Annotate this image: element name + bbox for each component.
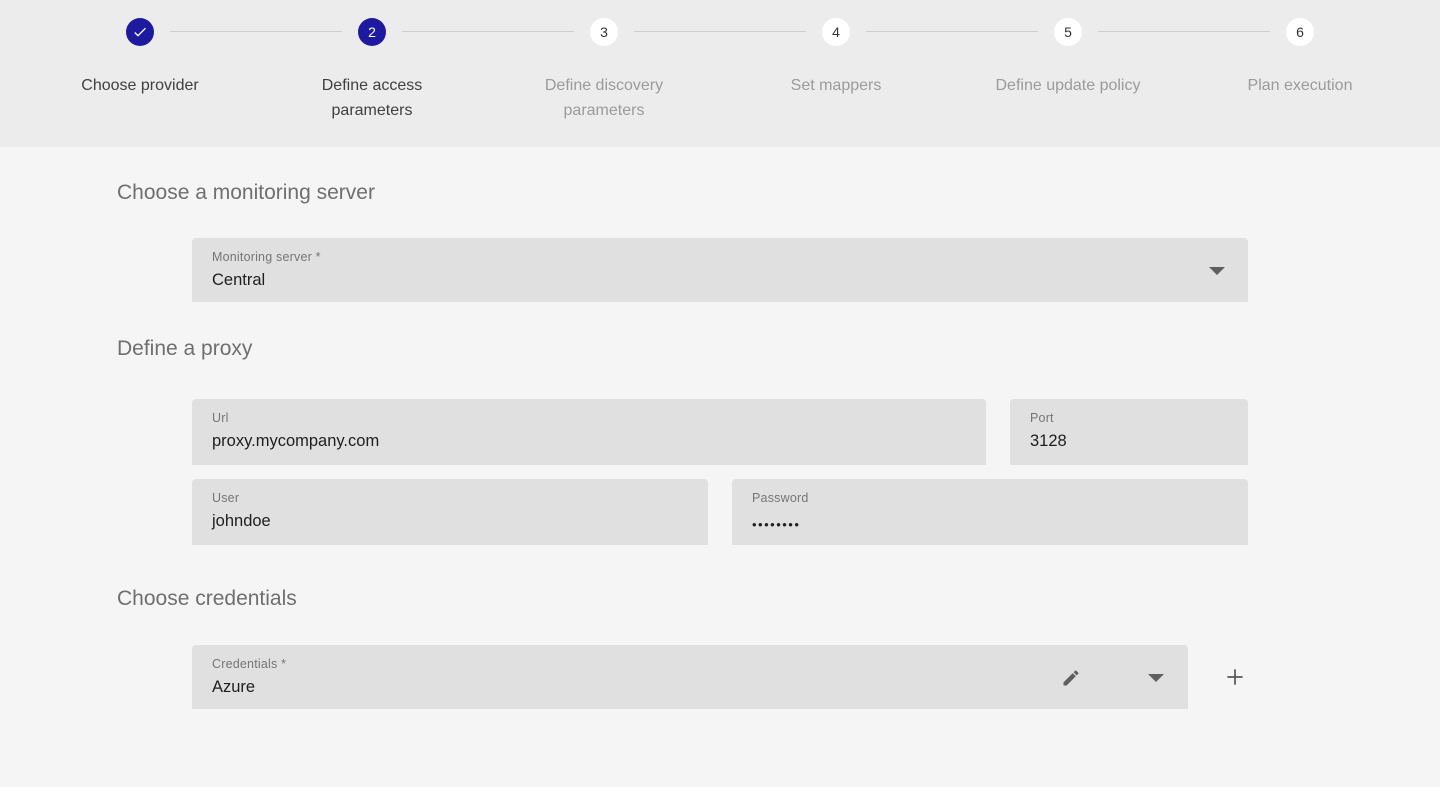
credentials-value: Azure: [212, 678, 1172, 697]
field-label: Url: [212, 412, 970, 425]
step-choose-provider[interactable]: Choose provider: [24, 0, 256, 147]
step-label: Choose provider: [81, 73, 198, 98]
credentials-select[interactable]: Credentials * Azure: [192, 645, 1188, 709]
field-label: Monitoring server *: [212, 251, 1232, 264]
step-number: 5: [1064, 24, 1072, 40]
step-label: Define access parameters: [282, 73, 462, 123]
step-number-circle: 6: [1286, 18, 1314, 46]
field-label: Password: [752, 492, 1232, 505]
step-number: 3: [600, 24, 608, 40]
monitoring-server-select[interactable]: Monitoring server * Central: [192, 238, 1248, 302]
proxy-url-field[interactable]: Url proxy.mycompany.com: [192, 399, 986, 465]
step-number: 2: [368, 24, 376, 40]
step-define-access-parameters[interactable]: 2 Define access parameters: [256, 0, 488, 147]
proxy-password-value: ••••••••: [752, 515, 1232, 534]
proxy-user-value: johndoe: [212, 512, 692, 531]
step-completed-circle: [126, 18, 154, 46]
pencil-icon: [1061, 668, 1081, 688]
step-number: 6: [1296, 24, 1304, 40]
proxy-password-field[interactable]: Password ••••••••: [732, 479, 1248, 545]
chevron-down-icon: [1148, 674, 1164, 682]
edit-credentials-button[interactable]: [1058, 665, 1084, 691]
step-label: Define update policy: [996, 73, 1141, 98]
plus-icon: [1222, 664, 1248, 690]
add-credentials-button[interactable]: [1222, 664, 1248, 690]
step-define-discovery-parameters[interactable]: 3 Define discovery parameters: [488, 0, 720, 147]
step-label: Plan execution: [1248, 73, 1353, 98]
step-plan-execution[interactable]: 6 Plan execution: [1184, 0, 1416, 147]
step-number-circle: 5: [1054, 18, 1082, 46]
check-icon: [132, 24, 148, 40]
field-label: Port: [1030, 412, 1232, 425]
field-label: User: [212, 492, 692, 505]
section-title-monitoring-server: Choose a monitoring server: [117, 181, 1440, 204]
step-number-circle: 4: [822, 18, 850, 46]
step-number: 4: [832, 24, 840, 40]
wizard-stepper: Choose provider 2 Define access paramete…: [0, 0, 1440, 147]
proxy-user-field[interactable]: User johndoe: [192, 479, 708, 545]
proxy-port-value: 3128: [1030, 432, 1232, 451]
wizard-step-content: Choose a monitoring server Monitoring se…: [0, 147, 1440, 709]
monitoring-server-value: Central: [212, 271, 1232, 290]
step-label: Define discovery parameters: [514, 73, 694, 123]
step-number-circle: 2: [358, 18, 386, 46]
step-set-mappers[interactable]: 4 Set mappers: [720, 0, 952, 147]
step-define-update-policy[interactable]: 5 Define update policy: [952, 0, 1184, 147]
proxy-url-value: proxy.mycompany.com: [212, 432, 970, 451]
section-title-credentials: Choose credentials: [117, 587, 1440, 610]
step-label: Set mappers: [791, 73, 882, 98]
section-title-proxy: Define a proxy: [117, 337, 1440, 360]
step-number-circle: 3: [590, 18, 618, 46]
proxy-port-field[interactable]: Port 3128: [1010, 399, 1248, 465]
chevron-down-icon: [1209, 267, 1225, 275]
field-label: Credentials *: [212, 658, 1172, 671]
